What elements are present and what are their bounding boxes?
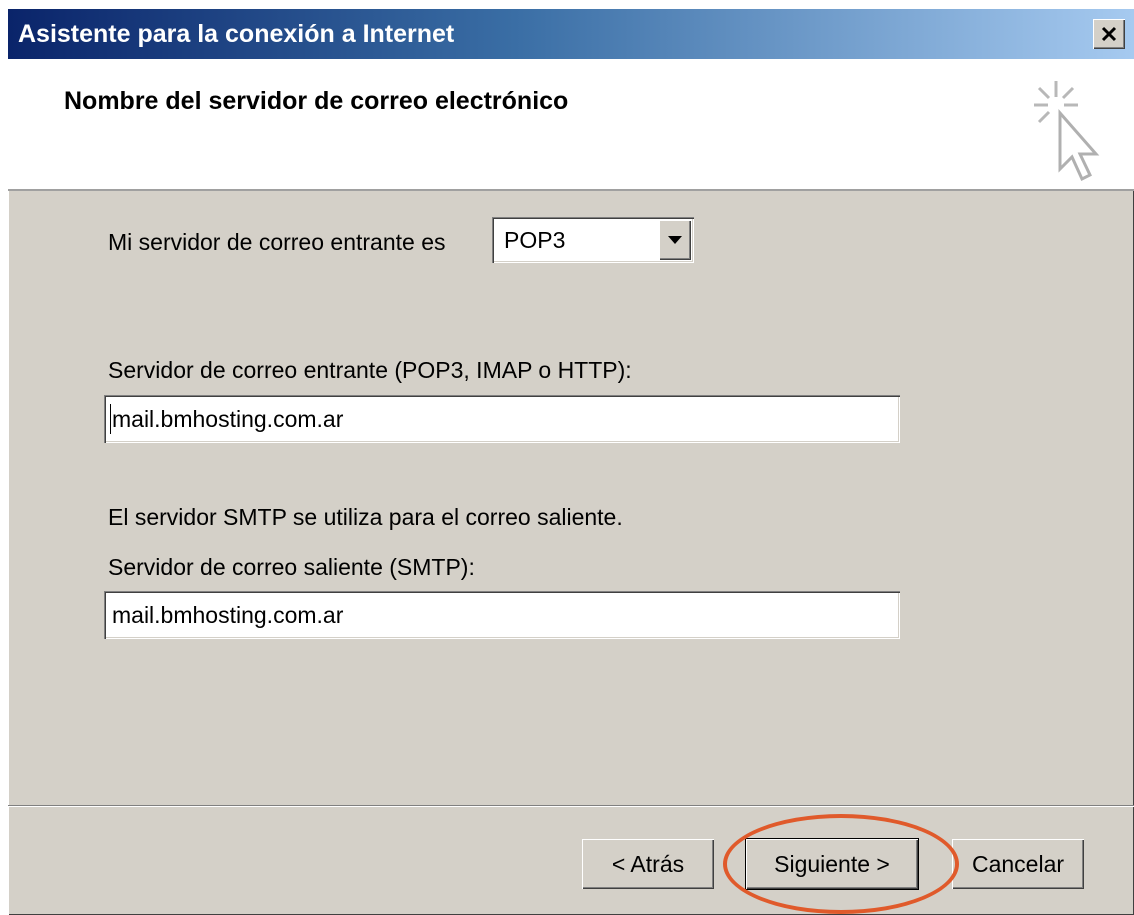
wizard-window: Asistente para la conexión a Internet No… <box>8 9 1134 915</box>
text-caret <box>110 404 111 434</box>
incoming-server-value: mail.bmhosting.com.ar <box>112 406 344 432</box>
wizard-header: Nombre del servidor de correo electrónic… <box>8 59 1134 191</box>
smtp-info-text: El servidor SMTP se utiliza para el corr… <box>108 504 623 530</box>
close-icon <box>1101 26 1117 42</box>
outgoing-server-label: Servidor de correo saliente (SMTP): <box>108 554 475 580</box>
incoming-type-label: Mi servidor de correo entrante es <box>108 229 446 255</box>
chevron-down-icon <box>668 236 682 244</box>
outgoing-server-value: mail.bmhosting.com.ar <box>112 602 344 628</box>
dropdown-button[interactable] <box>659 220 691 260</box>
incoming-type-select[interactable]: POP3 <box>492 217 694 263</box>
back-button[interactable]: < Atrás <box>582 839 714 889</box>
page-title: Nombre del servidor de correo electrónic… <box>64 87 569 115</box>
title-bar[interactable]: Asistente para la conexión a Internet <box>8 9 1134 59</box>
next-button[interactable]: Siguiente > <box>746 839 918 889</box>
cancel-button[interactable]: Cancelar <box>952 839 1084 889</box>
incoming-server-label: Servidor de correo entrante (POP3, IMAP … <box>108 357 632 383</box>
incoming-type-value: POP3 <box>504 227 566 253</box>
outgoing-server-input[interactable]: mail.bmhosting.com.ar <box>104 591 900 639</box>
divider <box>8 805 1134 807</box>
wizard-cursor-icon <box>1034 81 1100 182</box>
window-title: Asistente para la conexión a Internet <box>18 20 455 48</box>
incoming-server-input[interactable]: mail.bmhosting.com.ar <box>104 395 900 443</box>
close-button[interactable] <box>1093 19 1125 49</box>
